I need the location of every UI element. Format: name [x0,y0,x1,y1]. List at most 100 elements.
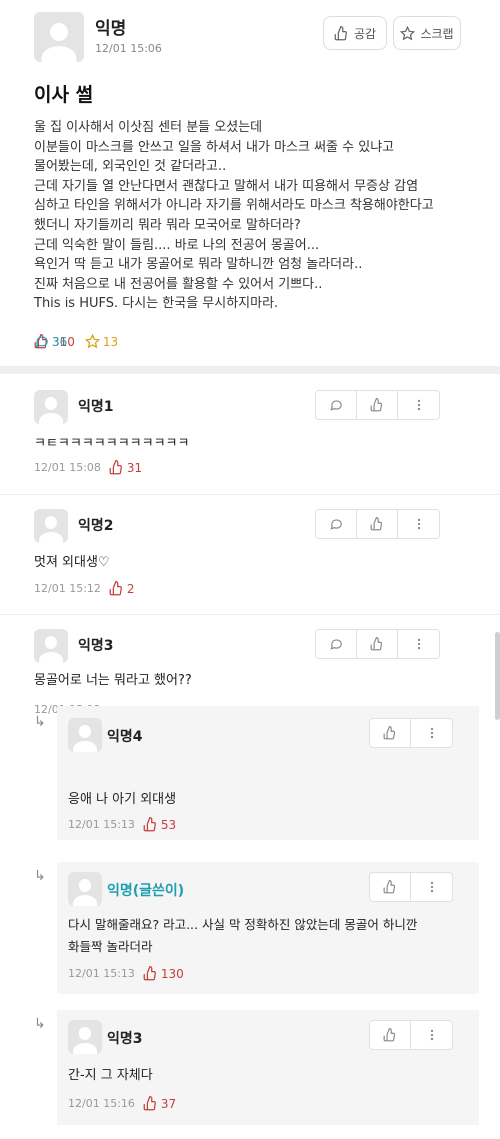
reply: 익명(글쓴이) 다시 말해줄래요? 라고... 사실 막 정확하진 않았는데 몽… [57,862,479,994]
more-vertical-icon [430,1029,433,1041]
post-body-line: 했더니 자기들끼리 뭐라 뭐라 모국어로 말하더라? [34,217,301,233]
commenter-avatar [68,718,102,752]
reply-actions [369,718,453,748]
comment-author: 익명3 [78,638,114,654]
post-body-line: 이분들이 마스크를 안쓰고 일을 하셔서 내가 마스크 써줄 수 있냐고 [34,139,395,155]
more-options-button[interactable] [398,391,439,419]
comment-likes: 31 [109,460,142,475]
section-divider [0,366,500,374]
post-body-line: 욕인거 딱 듣고 내가 몽골어로 뭐라 말하니깐 엄청 놀라더라.. [34,257,363,273]
comment-count-value: 36 [52,334,68,349]
comment-count: 36 [34,334,500,349]
reply-author: 익명3 [107,1031,143,1047]
comment-author: 익명1 [78,399,114,415]
reply-author: 익명4 [107,729,143,745]
reply: 익명4 응애 나 아기 외대생 12/01 15:13 53 [57,706,479,840]
post-body-line: 심하고 타인을 위해서가 아니라 자기를 위해서라도 마스크 착용해야한다고 [34,198,434,214]
reply: 익명3 간-지 그 자체다 12/01 15:16 37 [57,1010,479,1125]
comment-text: 멋져 외대생♡ [34,555,110,570]
comment-actions [315,390,440,420]
scrollbar[interactable] [495,632,500,720]
star-icon [400,25,416,40]
comment-bubble-icon [330,519,342,530]
reply-text: 응애 나 아기 외대생 [68,792,177,807]
comment-bubble-icon [330,400,342,411]
like-button[interactable]: 공감 [323,16,387,50]
post-body-line: 울 집 이사해서 이삿짐 센터 분들 오셨는데 [34,120,263,135]
thumbs-up-icon [143,817,156,832]
reply-text-line: 다시 말해줄래요? 라고... 사실 막 정확하진 않았는데 몽골어 하니깐 [68,917,418,932]
post-body-line: 진짜 처음으로 내 전공어를 활용할 수 있어서 기쁘다.. [34,276,323,292]
post-author: 익명 [95,19,127,39]
comment: 익명2 멋져 외대생♡ 12/01 15:12 2 [0,494,500,614]
thumbs-up-icon [143,966,156,981]
comment-text: ㅋㅌㅋㅋㅋㅋㅋㅋㅋㅋㅋㅋㅋ [34,436,190,451]
reply-actions [369,1020,453,1050]
thumbs-up-icon [143,1096,156,1111]
post-stats: 310 36 13 [34,334,128,349]
author-avatar [34,12,84,62]
post-title: 이사 썰 [34,84,94,106]
comment-bubble-icon [330,639,342,650]
comment-likes: 2 [109,581,135,596]
comment-author: 익명2 [78,518,114,534]
comment-text: 몽골어로 너는 뭐라고 했어?? [34,673,192,688]
comment-time: 12/01 15:12 [34,582,101,595]
post-body-line: 근데 익숙한 말이 들림.... 바로 나의 전공어 몽골어... [34,237,320,253]
reply-button[interactable] [316,391,357,419]
comment-meta: 12/01 15:08 31 [34,460,142,475]
comment-like-button[interactable] [357,391,398,419]
more-options-button[interactable] [411,719,452,747]
comment-likes-value: 31 [126,460,143,475]
reply-meta: 12/01 15:13 130 [68,966,184,981]
reply-text-line: 화들짝 놀라더라 [68,939,153,954]
reply-arrow-icon: ↳ [34,714,46,730]
more-vertical-icon [430,727,433,739]
like-button-label: 공감 [353,26,377,41]
comment-actions [315,509,440,539]
more-options-button[interactable] [398,630,439,658]
comment-time: 12/01 15:08 [34,461,101,474]
reply-button[interactable] [316,510,357,538]
reply-meta: 12/01 15:13 53 [68,817,176,832]
reply-likes: 37 [143,1096,176,1111]
reply-actions [369,872,453,902]
thumbs-up-icon [334,25,347,40]
post-time: 12/01 15:06 [95,42,162,55]
reply-author: 익명(글쓴이) [107,883,185,899]
comment-like-button[interactable] [357,510,398,538]
reply-like-button[interactable] [370,1021,411,1049]
more-options-button[interactable] [398,510,439,538]
reply-meta: 12/01 15:16 37 [68,1096,176,1111]
more-vertical-icon [417,638,420,650]
post-body-line: 근데 자기들 열 안난다면서 괜찮다고 말해서 내가 띠용해서 무증상 감염 [34,178,419,194]
reply-likes: 53 [143,817,176,832]
post-body-line: 물어봤는데, 외국인인 것 같더라고.. [34,159,227,175]
reply-button[interactable] [316,630,357,658]
commenter-avatar [34,390,68,424]
reply-like-button[interactable] [370,719,411,747]
reply-likes: 130 [143,966,184,981]
reply-arrow-icon: ↳ [34,868,46,884]
post-body: 울 집 이사해서 이삿짐 센터 분들 오셨는데 이분들이 마스크를 안쓰고 일을… [34,118,479,314]
reply-likes-value: 53 [160,817,177,832]
more-options-button[interactable] [411,873,452,901]
comment-actions [315,629,440,659]
more-vertical-icon [417,399,420,411]
scrap-button-label: 스크랩 [420,26,454,41]
post-header: 익명 12/01 15:06 공감 스크랩 [0,0,500,70]
scrap-button[interactable]: 스크랩 [393,16,461,50]
more-options-button[interactable] [411,1021,452,1049]
thumbs-up-icon [370,517,383,531]
comment-likes-value: 2 [126,581,135,596]
commenter-avatar [34,629,68,663]
comment-like-button[interactable] [357,630,398,658]
comment-bubble-icon [35,336,48,348]
reply-time: 12/01 15:13 [68,967,135,980]
thumbs-up-icon [109,581,122,596]
thumbs-up-icon [109,460,122,475]
thumbs-up-icon [383,1028,396,1042]
reply-text: 간-지 그 자체다 [68,1068,153,1083]
reply-like-button[interactable] [370,873,411,901]
reply-arrow-icon: ↳ [34,1016,46,1032]
